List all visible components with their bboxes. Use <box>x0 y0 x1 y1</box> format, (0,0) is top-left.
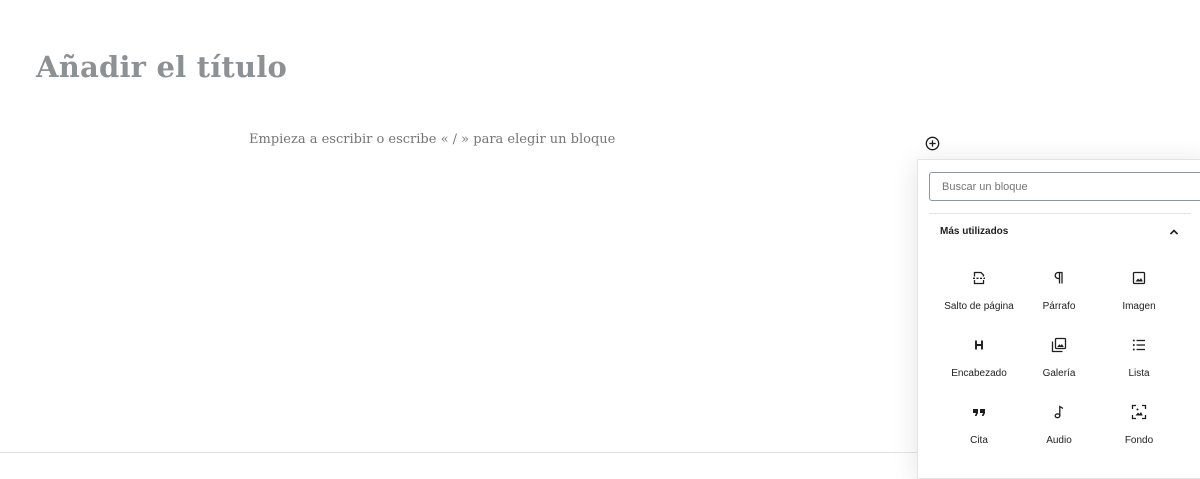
block-item-label: Cita <box>970 435 988 446</box>
block-item-label: Galería <box>1042 368 1076 379</box>
most-used-panel-toggle[interactable]: Más utilizados <box>929 217 1191 247</box>
audio-icon <box>1050 403 1068 421</box>
paragraph-icon <box>1050 269 1068 287</box>
block-item-audio[interactable]: Audio <box>1019 398 1099 460</box>
block-inserter-popover: Más utilizados Salto de página <box>917 159 1200 479</box>
gallery-icon <box>1050 336 1068 354</box>
block-search-input[interactable] <box>929 172 1200 201</box>
block-item-quote[interactable]: Cita <box>939 398 1019 460</box>
post-title-placeholder[interactable]: Añadir el título <box>36 50 287 84</box>
cover-icon <box>1130 403 1148 421</box>
block-item-cover[interactable]: Fondo <box>1099 398 1179 460</box>
page-break-icon <box>970 269 988 287</box>
divider <box>929 213 1191 214</box>
block-item-label: Encabezado <box>951 368 1007 379</box>
list-icon <box>1130 336 1148 354</box>
block-item-image[interactable]: Imagen <box>1099 264 1179 326</box>
default-block-placeholder[interactable]: Empieza a escribir o escribe « / » para … <box>249 132 615 147</box>
block-item-label: Imagen <box>1122 301 1156 312</box>
block-item-list[interactable]: Lista <box>1099 331 1179 393</box>
image-icon <box>1130 269 1148 287</box>
heading-icon <box>970 336 988 354</box>
block-item-label: Lista <box>1128 368 1150 379</box>
block-item-heading[interactable]: Encabezado <box>939 331 1019 393</box>
block-item-paragraph[interactable]: Párrafo <box>1019 264 1099 326</box>
block-item-label: Párrafo <box>1042 301 1076 312</box>
plus-circle-icon <box>925 136 940 151</box>
block-item-page-break[interactable]: Salto de página <box>939 264 1019 326</box>
block-item-label: Audio <box>1046 435 1072 446</box>
block-item-gallery[interactable]: Galería <box>1019 331 1099 393</box>
quote-icon <box>970 403 988 421</box>
editor-canvas: Añadir el título Empieza a escribir o es… <box>0 0 1200 479</box>
panel-title: Más utilizados <box>940 226 1009 237</box>
block-item-label: Salto de página <box>944 301 1014 312</box>
block-item-label: Fondo <box>1124 435 1154 446</box>
chevron-up-icon <box>1169 229 1179 235</box>
block-inserter-toggle[interactable] <box>924 135 941 152</box>
